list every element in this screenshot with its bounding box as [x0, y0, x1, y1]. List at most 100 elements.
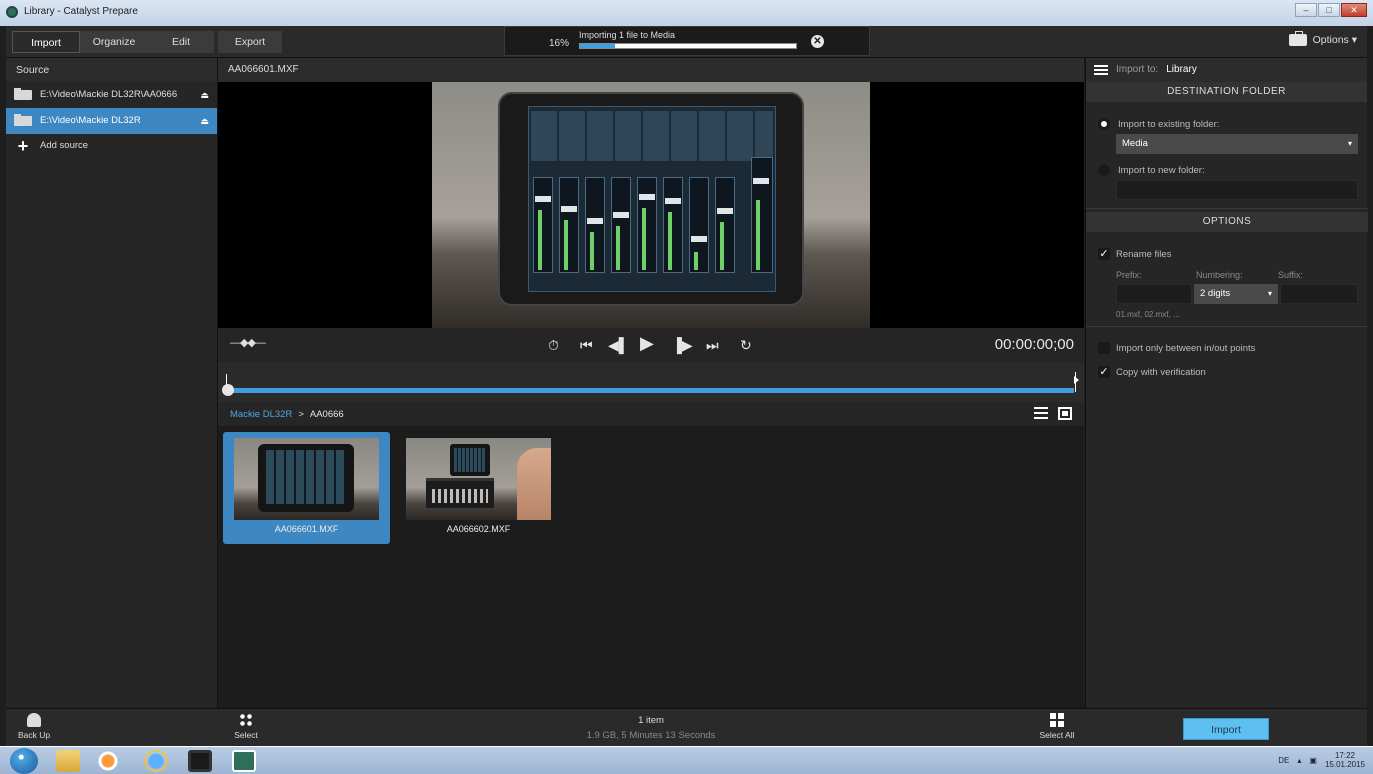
import-to-value: Library: [1166, 64, 1197, 75]
play-icon[interactable]: ▶: [640, 334, 654, 352]
repeat-icon[interactable]: ↻: [740, 336, 752, 354]
timecode-display: 00:00:00;00: [994, 336, 1074, 353]
menu-icon[interactable]: [1094, 65, 1108, 75]
bottom-action-bar: Back Up Select 1 item 1.9 GB, 5 Minutes …: [6, 708, 1367, 746]
clip-tile[interactable]: AA066601.MXF: [223, 432, 390, 544]
thumbnail-view-icon[interactable]: [1058, 407, 1072, 420]
go-to-start-icon[interactable]: ⏮: [580, 336, 593, 354]
options-label: Options ▾: [1312, 34, 1357, 46]
dropdown-caret-icon: ▾: [1347, 139, 1352, 148]
tablet-image: [498, 92, 804, 306]
backup-button[interactable]: Back Up: [14, 713, 54, 740]
clip-grid: AA066601.MXF AA066602.MXF: [218, 426, 1084, 708]
new-folder-label: Import to new folder:: [1118, 164, 1205, 176]
source-item[interactable]: E:\Video\Mackie DL32R\AA0666 ⏏: [6, 82, 217, 108]
minimize-button[interactable]: –: [1295, 3, 1317, 17]
breadcrumb-separator: >: [298, 408, 304, 420]
tab-import[interactable]: Import: [12, 31, 80, 53]
tray-expand-icon[interactable]: ▴: [1297, 756, 1301, 765]
inout-points-checkbox[interactable]: [1098, 342, 1110, 354]
source-item[interactable]: E:\Video\Mackie DL32R ⏏: [6, 108, 217, 134]
file-explorer-icon[interactable]: [56, 750, 80, 772]
source-item-path: E:\Video\Mackie DL32R\AA0666: [40, 89, 178, 100]
source-item-path: E:\Video\Mackie DL32R: [40, 115, 141, 126]
rename-files-option[interactable]: ✓ Rename files: [1098, 248, 1171, 260]
numbering-dropdown[interactable]: 2 digits ▾: [1194, 284, 1278, 304]
window-titlebar: Library - Catalyst Prepare – □ ✕: [0, 0, 1373, 26]
add-source-button[interactable]: + Add source: [6, 134, 217, 158]
folder-icon: [14, 88, 32, 100]
import-button[interactable]: Import: [1183, 718, 1269, 740]
language-indicator[interactable]: DE: [1278, 756, 1289, 765]
existing-folder-label: Import to existing folder:: [1118, 118, 1220, 130]
video-viewer[interactable]: [218, 82, 1084, 328]
new-folder-option[interactable]: Import to new folder:: [1098, 164, 1205, 176]
timeline-scrubber[interactable]: [218, 362, 1084, 402]
breadcrumb-current: AA0666: [309, 408, 344, 420]
video-editor-icon[interactable]: [188, 750, 212, 772]
clip-thumbnail: [234, 438, 379, 520]
dropdown-caret-icon: ▾: [1267, 289, 1272, 298]
media-player-icon[interactable]: [96, 750, 120, 772]
options-menu[interactable]: Options ▾: [1288, 31, 1357, 46]
existing-folder-radio[interactable]: [1098, 118, 1110, 130]
clip-thumbnail: [406, 438, 551, 520]
out-point-flag-icon: [1074, 376, 1079, 384]
cancel-import-icon[interactable]: ✕: [811, 35, 824, 48]
import-settings-panel: Import to: Library DESTINATION FOLDER Im…: [1085, 58, 1368, 708]
progress-bar: [579, 43, 797, 49]
existing-folder-option[interactable]: Import to existing folder:: [1098, 118, 1219, 130]
status-item-count: 1 item: [638, 715, 664, 726]
suffix-input[interactable]: [1280, 284, 1358, 304]
clock-time: 17:22: [1334, 751, 1355, 760]
tab-edit[interactable]: Edit: [148, 31, 214, 53]
center-area: AA066601.MXF —◆◆— ⏱ ⏮ ◀▌ ▶ ▐▶ ⏭ ↻ 00:00:…: [218, 58, 1084, 708]
clip-title: AA066601.MXF: [218, 58, 1084, 82]
tab-export[interactable]: Export: [218, 31, 282, 53]
go-to-end-icon[interactable]: ⏭: [706, 336, 719, 354]
breadcrumb: Mackie DL32R > AA0666: [218, 402, 1084, 426]
progress-bar-fill: [580, 44, 615, 48]
existing-folder-dropdown[interactable]: Media ▾: [1116, 134, 1358, 154]
network-icon[interactable]: ▣: [1309, 756, 1317, 765]
folder-icon: [14, 114, 32, 126]
import-to-header[interactable]: Import to: Library: [1086, 58, 1367, 82]
copy-verification-checkbox[interactable]: ✓: [1098, 366, 1110, 378]
briefcase-icon: [1288, 31, 1307, 46]
maximize-button[interactable]: □: [1318, 3, 1340, 17]
copy-verification-option[interactable]: ✓ Copy with verification: [1098, 366, 1206, 378]
close-window-button[interactable]: ✕: [1341, 3, 1367, 17]
new-folder-radio[interactable]: [1098, 164, 1110, 176]
os-taskbar: DE ▴ ▣ 17:22 15.01.2015: [0, 746, 1373, 774]
inout-points-label: Import only between in/out points: [1116, 342, 1256, 354]
tab-organize[interactable]: Organize: [80, 31, 148, 53]
window-controls: – □ ✕: [1295, 3, 1367, 17]
playhead-handle[interactable]: [222, 384, 234, 396]
eject-icon[interactable]: ⏏: [200, 108, 209, 134]
prefix-input[interactable]: [1116, 284, 1192, 304]
existing-folder-value: Media: [1122, 138, 1148, 149]
timeline-bar[interactable]: [226, 388, 1074, 393]
rename-files-checkbox[interactable]: ✓: [1098, 248, 1110, 260]
system-tray: DE ▴ ▣ 17:22 15.01.2015: [1278, 751, 1365, 769]
step-forward-icon[interactable]: ▐▶: [672, 336, 693, 354]
jog-shuttle-icon[interactable]: —◆◆—: [230, 336, 266, 349]
new-folder-input[interactable]: [1116, 180, 1358, 200]
add-source-label: Add source: [40, 140, 89, 151]
eject-icon[interactable]: ⏏: [200, 82, 209, 108]
numbering-value: 2 digits: [1200, 288, 1231, 299]
internet-explorer-icon[interactable]: [144, 750, 168, 772]
clock[interactable]: 17:22 15.01.2015: [1325, 751, 1365, 769]
breadcrumb-root[interactable]: Mackie DL32R: [230, 409, 292, 420]
backup-icon: [27, 713, 41, 727]
start-button-icon[interactable]: [10, 748, 38, 774]
step-back-icon[interactable]: ◀▌: [608, 336, 629, 354]
loop-playback-icon[interactable]: ⏱: [548, 336, 559, 354]
numbering-label: Numbering:: [1196, 270, 1243, 280]
select-all-button[interactable]: Select All: [1036, 713, 1078, 740]
clip-tile[interactable]: AA066602.MXF: [395, 432, 562, 544]
inout-points-option[interactable]: Import only between in/out points: [1098, 342, 1255, 354]
list-view-icon[interactable]: [1034, 407, 1048, 420]
catalyst-prepare-taskbar-icon[interactable]: [232, 750, 256, 772]
options-header: OPTIONS: [1086, 212, 1368, 232]
